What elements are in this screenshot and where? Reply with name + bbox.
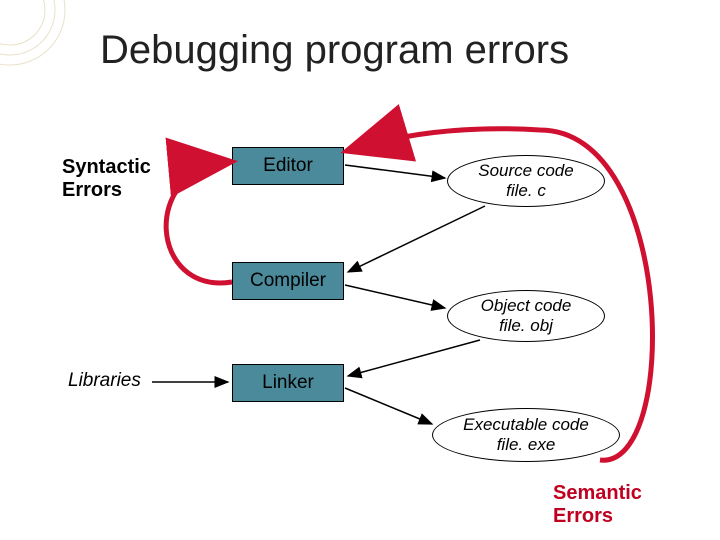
oval-source-code: Source code file. c — [447, 155, 605, 207]
oval-source-line2: file. c — [506, 181, 546, 201]
oval-object-line1: Object code — [481, 296, 572, 316]
arrow-layer — [0, 0, 720, 540]
slide-title: Debugging program errors — [100, 28, 569, 73]
corner-decoration — [0, 0, 100, 100]
box-compiler: Compiler — [232, 262, 344, 300]
label-libraries: Libraries — [68, 370, 141, 392]
oval-source-line1: Source code — [478, 161, 573, 181]
oval-executable-line1: Executable code — [463, 415, 589, 435]
label-semantic-errors: Semantic Errors — [553, 482, 642, 528]
oval-object-code: Object code file. obj — [447, 290, 605, 342]
box-linker: Linker — [232, 364, 344, 402]
oval-object-line2: file. obj — [499, 316, 553, 336]
oval-executable-code: Executable code file. exe — [432, 408, 620, 462]
box-editor: Editor — [232, 147, 344, 185]
label-syntactic-errors: Syntactic Errors — [62, 156, 151, 202]
oval-executable-line2: file. exe — [497, 435, 556, 455]
